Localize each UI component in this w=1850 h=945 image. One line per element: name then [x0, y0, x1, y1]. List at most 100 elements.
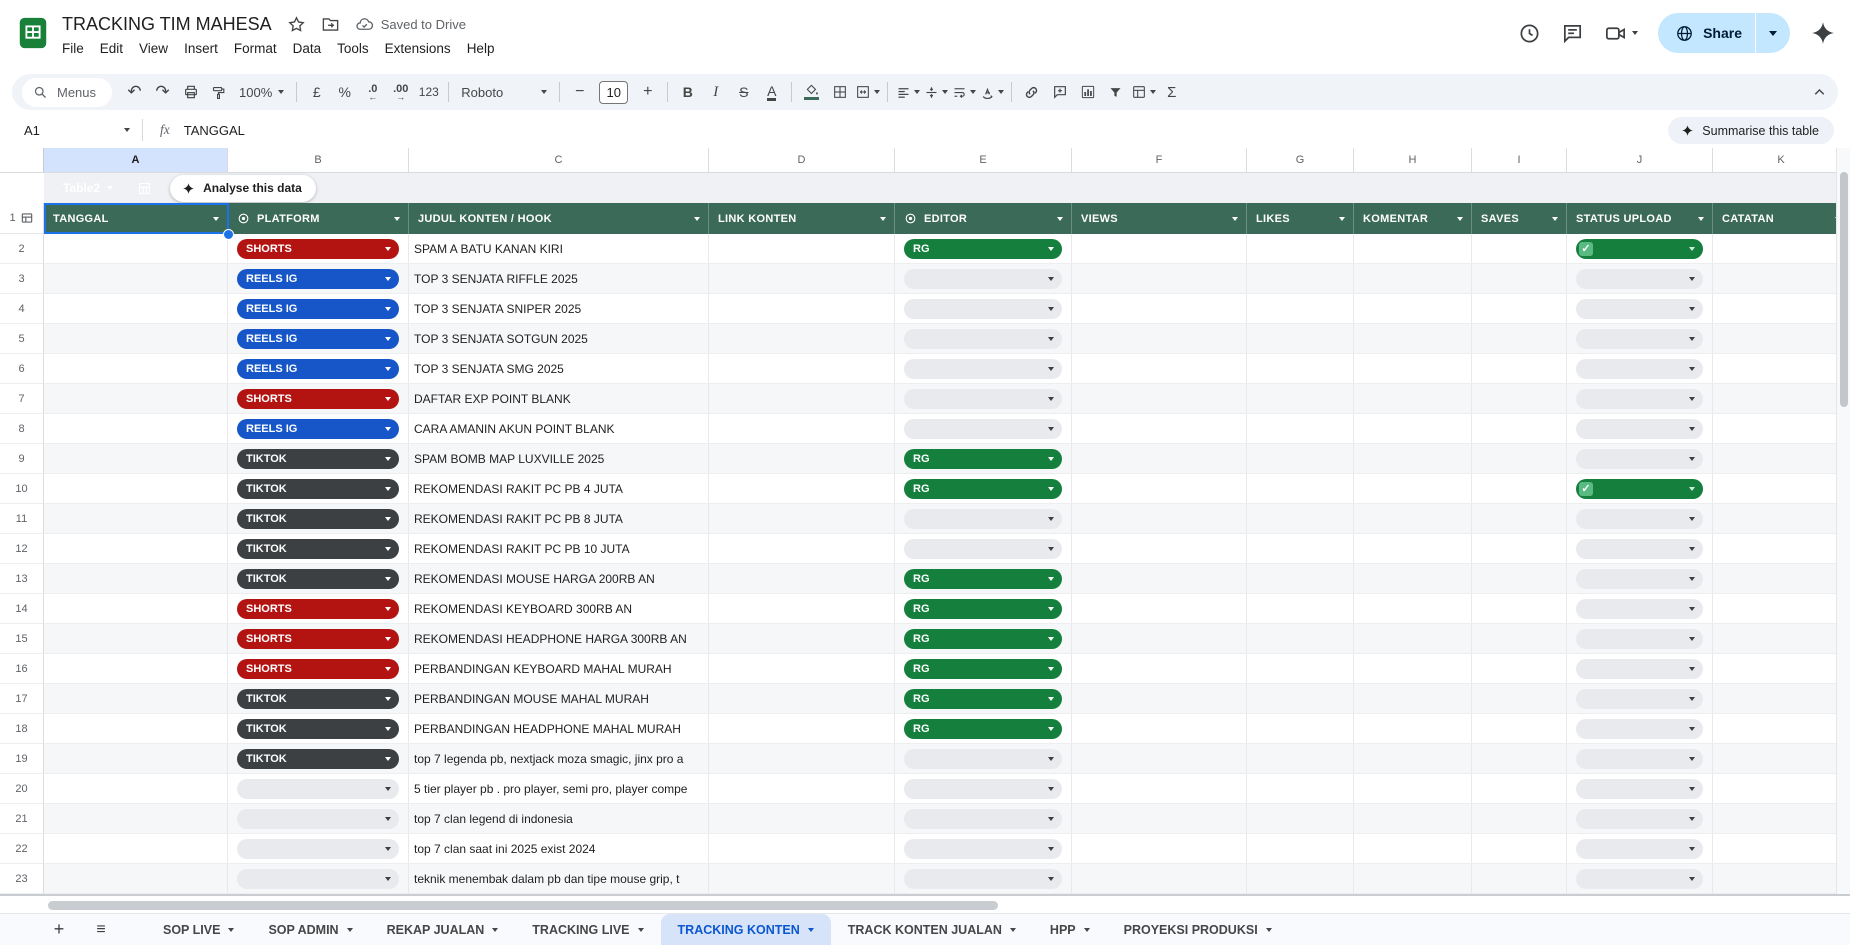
menu-item-data[interactable]: Data — [285, 38, 330, 59]
currency-format-button[interactable]: £ — [303, 79, 330, 106]
cell-views[interactable] — [1072, 354, 1247, 384]
platform-chip[interactable]: REELS IG — [237, 269, 399, 289]
platform-chip[interactable] — [237, 839, 399, 859]
cell-tanggal[interactable] — [44, 744, 228, 774]
cell-likes[interactable] — [1247, 834, 1354, 864]
gemini-icon[interactable] — [1810, 20, 1836, 46]
bold-button[interactable]: B — [674, 79, 701, 106]
cell-likes[interactable] — [1247, 864, 1354, 894]
platform-chip[interactable]: TIKTOK — [237, 569, 399, 589]
cell-likes[interactable] — [1247, 684, 1354, 714]
cell-views[interactable] — [1072, 624, 1247, 654]
zoom-control[interactable]: 100% — [233, 85, 290, 100]
sheets-logo-icon[interactable] — [16, 16, 50, 50]
insert-chart-button[interactable] — [1074, 79, 1101, 106]
table-views-button[interactable] — [1130, 79, 1157, 106]
cell-komentar[interactable] — [1354, 444, 1472, 474]
menu-item-file[interactable]: File — [54, 38, 92, 59]
paint-format-button[interactable] — [205, 79, 232, 106]
row-header-1[interactable]: 1 — [0, 203, 44, 234]
status-chip[interactable] — [1576, 419, 1703, 439]
vertical-scrollbar-thumb[interactable] — [1840, 172, 1848, 407]
status-chip[interactable] — [1576, 779, 1703, 799]
cell-link-konten[interactable] — [709, 624, 895, 654]
cell-views[interactable] — [1072, 294, 1247, 324]
cell-catatan[interactable] — [1713, 354, 1850, 384]
cell-views[interactable] — [1072, 594, 1247, 624]
cell-tanggal[interactable] — [44, 354, 228, 384]
cell-likes[interactable] — [1247, 354, 1354, 384]
cell-link-konten[interactable] — [709, 684, 895, 714]
cell-catatan[interactable] — [1713, 834, 1850, 864]
table-header-catatan[interactable]: CATATAN — [1713, 203, 1850, 234]
saved-status[interactable]: Saved to Drive — [355, 15, 466, 34]
cell-views[interactable] — [1072, 234, 1247, 264]
cell-tanggal[interactable] — [44, 864, 228, 894]
row-header-10[interactable]: 10 — [0, 474, 44, 504]
status-chip[interactable]: ✓ — [1576, 479, 1703, 499]
column-header-h[interactable]: H — [1354, 148, 1472, 172]
percent-format-button[interactable]: % — [331, 79, 358, 106]
cell-tanggal[interactable] — [44, 804, 228, 834]
cell-catatan[interactable] — [1713, 534, 1850, 564]
cell-saves[interactable] — [1472, 234, 1567, 264]
cell-saves[interactable] — [1472, 294, 1567, 324]
fill-color-button[interactable] — [798, 79, 825, 106]
status-chip[interactable] — [1576, 689, 1703, 709]
cell-tanggal[interactable] — [44, 654, 228, 684]
collapse-toolbar-button[interactable] — [1811, 84, 1828, 101]
status-chip[interactable] — [1576, 839, 1703, 859]
editor-chip[interactable] — [904, 299, 1062, 319]
table-header-platform[interactable]: PLATFORM — [228, 203, 409, 234]
cell-judul[interactable]: SPAM BOMB MAP LUXVILLE 2025 — [409, 444, 709, 474]
vertical-align-button[interactable] — [922, 79, 949, 106]
add-sheet-button[interactable]: + — [44, 919, 74, 940]
row-header-7[interactable]: 7 — [0, 384, 44, 414]
cell-views[interactable] — [1072, 264, 1247, 294]
cell-judul[interactable]: top 7 clan legend di indonesia — [409, 804, 709, 834]
insert-link-button[interactable] — [1018, 79, 1045, 106]
cell-catatan[interactable] — [1713, 474, 1850, 504]
editor-chip[interactable] — [904, 419, 1062, 439]
editor-chip[interactable] — [904, 539, 1062, 559]
cell-link-konten[interactable] — [709, 594, 895, 624]
fill-handle[interactable] — [223, 229, 234, 240]
text-rotation-button[interactable] — [978, 79, 1005, 106]
cell-likes[interactable] — [1247, 534, 1354, 564]
cell-judul[interactable]: top 7 clan saat ini 2025 exist 2024 — [409, 834, 709, 864]
cell-komentar[interactable] — [1354, 324, 1472, 354]
table-header-komentar[interactable]: KOMENTAR — [1354, 203, 1472, 234]
platform-chip[interactable]: SHORTS — [237, 389, 399, 409]
text-wrap-button[interactable] — [950, 79, 977, 106]
cell-komentar[interactable] — [1354, 564, 1472, 594]
cell-likes[interactable] — [1247, 594, 1354, 624]
name-box[interactable]: A1 — [0, 123, 142, 138]
increase-font-size-button[interactable]: + — [634, 79, 661, 106]
cell-link-konten[interactable] — [709, 264, 895, 294]
sheet-tab-hpp[interactable]: HPP — [1033, 914, 1107, 945]
strikethrough-button[interactable]: S — [730, 79, 757, 106]
platform-chip[interactable]: TIKTOK — [237, 749, 399, 769]
cell-saves[interactable] — [1472, 804, 1567, 834]
cell-catatan[interactable] — [1713, 264, 1850, 294]
status-chip[interactable] — [1576, 569, 1703, 589]
sheet-tab-tracking-konten[interactable]: TRACKING KONTEN — [661, 914, 831, 945]
editor-chip[interactable]: RG — [904, 479, 1062, 499]
platform-chip[interactable]: TIKTOK — [237, 689, 399, 709]
cell-saves[interactable] — [1472, 474, 1567, 504]
comments-icon[interactable] — [1561, 22, 1584, 45]
cell-likes[interactable] — [1247, 264, 1354, 294]
cell-judul[interactable]: PERBANDINGAN HEADPHONE MAHAL MURAH — [409, 714, 709, 744]
platform-chip[interactable]: SHORTS — [237, 629, 399, 649]
menu-item-help[interactable]: Help — [459, 38, 503, 59]
platform-chip[interactable]: REELS IG — [237, 359, 399, 379]
table-header-status-upload[interactable]: STATUS UPLOAD — [1567, 203, 1713, 234]
cell-judul[interactable]: PERBANDINGAN KEYBOARD MAHAL MURAH — [409, 654, 709, 684]
row-header-8[interactable]: 8 — [0, 414, 44, 444]
editor-chip[interactable] — [904, 839, 1062, 859]
cell-catatan[interactable] — [1713, 714, 1850, 744]
table-header-tanggal[interactable]: TANGGAL — [44, 203, 228, 234]
cell-link-konten[interactable] — [709, 294, 895, 324]
cell-judul[interactable]: top 7 legenda pb, nextjack moza smagic, … — [409, 744, 709, 774]
cell-tanggal[interactable] — [44, 534, 228, 564]
